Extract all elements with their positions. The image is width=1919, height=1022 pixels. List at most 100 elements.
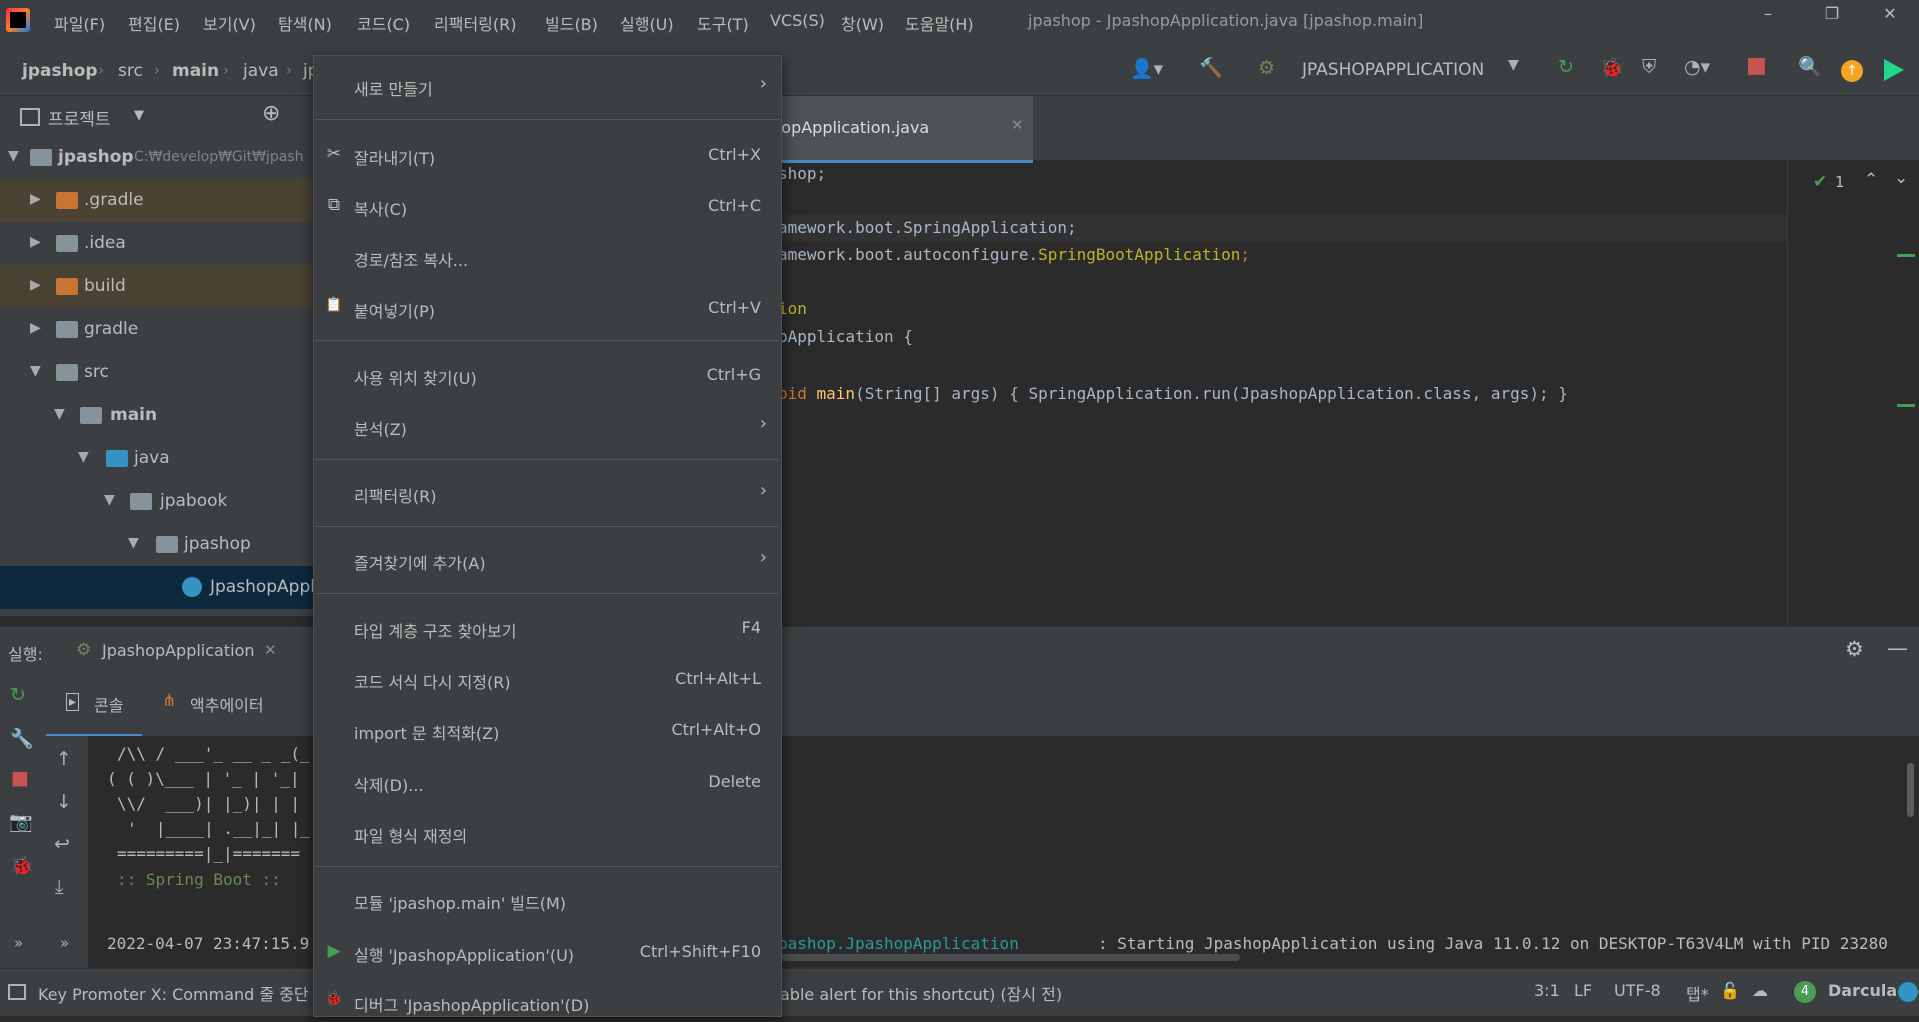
arrow-down-icon[interactable]: ↓ (56, 791, 72, 813)
wrench-icon[interactable]: 🔧 (10, 727, 34, 750)
indent-setting[interactable]: 탭* (1686, 981, 1709, 1005)
theme-name[interactable]: Darcula (1828, 981, 1897, 1000)
tool-windows-icon[interactable] (8, 984, 26, 1000)
line-separator[interactable]: LF (1574, 981, 1592, 1000)
editor-tab[interactable]: ashopApplication.java ✕ (743, 96, 1033, 163)
tree-row-build[interactable]: ▶ build (0, 265, 313, 308)
menu-file[interactable]: 파일(F) (54, 11, 105, 35)
menu-item-analyze[interactable]: 분석(Z) › (314, 406, 781, 446)
menu-refactor[interactable]: 리팩터링(R) (434, 11, 516, 35)
tree-row-idea[interactable]: ▶ .idea (0, 222, 313, 265)
tree-row-jpashop[interactable]: ▼ jpashop (0, 523, 313, 566)
minimize-button[interactable]: – (1753, 4, 1783, 28)
menu-item-build-module[interactable]: 모듈 'jpashop.main' 빌드(M) (314, 880, 781, 920)
tree-row-main[interactable]: ▼ main (0, 394, 313, 437)
chevron-down-icon[interactable]: ▼ (30, 363, 41, 379)
breadcrumb-project[interactable]: jpashop (22, 61, 98, 81)
tree-row-gradle-hidden[interactable]: ▶ .gradle (0, 179, 313, 222)
menu-vcs[interactable]: VCS(S) (770, 11, 825, 30)
more-icon[interactable]: » (60, 934, 69, 952)
menu-item-paste[interactable]: 📋 붙여넣기(P) Ctrl+V (314, 288, 781, 328)
run-tab[interactable]: ⚙ JpashopApplication ✕ (58, 627, 294, 676)
scroll-to-end-icon[interactable]: ⤓ (55, 876, 63, 898)
menu-item-cut[interactable]: ✂ 잘라내기(T) Ctrl+X (314, 135, 781, 175)
actuator-tab[interactable]: ⋔ 액추에이터 (158, 672, 288, 734)
breadcrumb-main[interactable]: main (172, 61, 219, 81)
notification-badge[interactable]: 4 (1794, 981, 1816, 1003)
chevron-down-icon[interactable]: ▼ (78, 449, 89, 465)
rerun-icon[interactable]: ↻ (1558, 56, 1574, 78)
console-output[interactable]: /\\ / ___'_ __ _ _(_ ( ( )\___ | '_ | '_… (0, 736, 1919, 968)
menu-window[interactable]: 창(W) (841, 11, 884, 35)
arrow-up-icon[interactable]: ↑ (56, 748, 72, 770)
console-tab[interactable]: ▸ 콘솔 (46, 672, 142, 737)
menu-item-copy[interactable]: ⧉ 복사(C) Ctrl+C (314, 186, 781, 226)
chevron-right-icon[interactable]: ▶ (30, 277, 41, 293)
debug-bug-icon[interactable]: 🐞 (1600, 56, 1624, 79)
build-hammer-icon[interactable]: 🔨 (1199, 56, 1223, 79)
plugin-icon[interactable] (1884, 59, 1904, 81)
chevron-right-icon[interactable]: ▶ (30, 320, 41, 336)
chevron-down-icon[interactable]: ▼ (8, 148, 19, 164)
status-message-tail[interactable]: able alert for this shortcut) (잠시 전) (780, 981, 1062, 1005)
chevron-down-icon[interactable]: ⌄ (1894, 168, 1908, 188)
tree-row-src[interactable]: ▼ src (0, 351, 313, 394)
menu-view[interactable]: 보기(V) (203, 11, 256, 35)
tree-row-jpashopapplication[interactable]: JpashopApplic (0, 566, 329, 609)
close-icon[interactable]: ✕ (1011, 116, 1024, 134)
minimize-panel-icon[interactable]: — (1887, 636, 1908, 660)
chevron-down-icon[interactable]: ▼ (54, 406, 65, 422)
menu-tools[interactable]: 도구(T) (697, 11, 749, 35)
menu-help[interactable]: 도움말(H) (905, 11, 974, 35)
tree-row-jpabook[interactable]: ▼ jpabook (0, 480, 313, 523)
breadcrumb-src[interactable]: src (118, 61, 143, 81)
cloud-settings-icon[interactable]: ☁ (1752, 981, 1768, 1000)
file-encoding[interactable]: UTF-8 (1614, 981, 1661, 1000)
chevron-down-icon[interactable]: ▼ (104, 492, 115, 508)
menu-navigate[interactable]: 탐색(N) (278, 11, 332, 35)
menu-item-delete[interactable]: 삭제(D)... Delete (314, 762, 781, 802)
camera-icon[interactable]: 📷 (9, 810, 33, 833)
horizontal-scrollbar[interactable] (780, 954, 1240, 961)
chevron-up-icon[interactable]: ⌃ (1864, 170, 1878, 190)
menu-item-optimize-imports[interactable]: import 문 최적화(Z) Ctrl+Alt+O (314, 710, 781, 750)
inspection-ok-icon[interactable]: ✔ (1813, 172, 1827, 192)
debug-bug-icon[interactable]: 🐞 (10, 854, 34, 877)
menu-item-override-file-type[interactable]: 파일 형식 재정의 (314, 813, 781, 853)
menu-item-copy-path[interactable]: 경로/참조 복사... (314, 237, 781, 277)
tree-row-root[interactable]: ▼ jpashop C:₩develop₩Git₩jpash (0, 136, 313, 179)
chevron-down-icon[interactable]: ▼ (1508, 57, 1519, 73)
gear-icon[interactable]: ⚙ (1845, 637, 1864, 661)
menu-code[interactable]: 코드(C) (357, 11, 410, 35)
menu-item-refactor[interactable]: 리팩터링(R) › (314, 473, 781, 513)
close-icon[interactable]: ✕ (264, 641, 277, 659)
menu-item-find-usages[interactable]: 사용 위치 찾기(U) Ctrl+G (314, 355, 781, 395)
vertical-scrollbar[interactable] (1907, 763, 1914, 817)
menu-item-type-hierarchy[interactable]: 타입 계층 구조 찾아보기 F4 (314, 608, 781, 648)
menu-build[interactable]: 빌드(B) (545, 11, 598, 35)
soft-wrap-icon[interactable]: ↩ (54, 833, 70, 855)
caret-position[interactable]: 3:1 (1534, 981, 1560, 1000)
profiler-icon[interactable]: ◔▾ (1684, 56, 1710, 78)
status-message[interactable]: Key Promoter X: Command 줄 중단 (38, 981, 309, 1005)
lock-icon[interactable]: 🔓 (1720, 981, 1740, 1000)
menu-edit[interactable]: 편집(E) (128, 11, 180, 35)
project-view-selector[interactable]: 프로젝트 (48, 105, 111, 130)
restore-button[interactable]: ❐ (1817, 4, 1847, 28)
menu-run[interactable]: 실행(U) (620, 11, 674, 35)
user-icon[interactable]: 👤▾ (1130, 57, 1163, 80)
locate-crosshair-icon[interactable]: ⊕ (262, 101, 280, 126)
update-icon[interactable]: ↑ (1841, 60, 1863, 82)
coverage-icon[interactable]: ⛨ (1642, 56, 1656, 78)
chevron-down-icon[interactable]: ▼ (128, 535, 139, 551)
chevron-down-icon[interactable]: ▼ (134, 108, 144, 123)
tree-row-gradle[interactable]: ▶ gradle (0, 308, 313, 351)
search-icon[interactable]: 🔍 (1798, 55, 1822, 78)
chevron-right-icon[interactable]: ▶ (30, 234, 41, 250)
run-config-selector[interactable]: JPASHOPAPPLICATION (1302, 60, 1484, 80)
chevron-right-icon[interactable]: ▶ (30, 191, 41, 207)
breadcrumb-java[interactable]: java (243, 61, 279, 81)
close-window-button[interactable]: ✕ (1875, 4, 1905, 28)
stop-icon[interactable]: ■ (1746, 53, 1767, 78)
menu-item-new[interactable]: 새로 만들기 › (314, 66, 781, 106)
